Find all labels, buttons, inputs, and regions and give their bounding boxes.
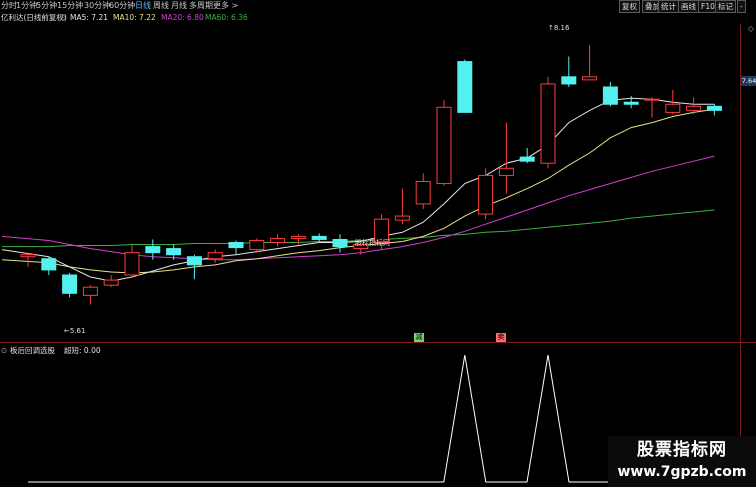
- candle-body: [686, 105, 702, 111]
- watermark: 股票指标网 www.7gpzb.com: [608, 436, 756, 487]
- candle: [415, 173, 431, 209]
- candle-body: [228, 241, 244, 249]
- ma10-value: MA10: 7.22: [113, 13, 156, 22]
- candle-body: [145, 246, 161, 254]
- candle: [644, 97, 660, 118]
- candle: [124, 244, 140, 278]
- candle-body: [706, 105, 722, 111]
- candle-body: [290, 235, 306, 239]
- candle: [602, 81, 618, 107]
- candle-body: [644, 98, 660, 101]
- candle-body: [394, 215, 410, 221]
- candle: [561, 56, 577, 87]
- tab-timeframe-7[interactable]: 周线: [153, 0, 169, 12]
- watermark-url: www.7gpzb.com: [617, 464, 747, 480]
- candle-body: [103, 279, 119, 286]
- stock-label: 亿利达(日线前复权): [1, 13, 67, 22]
- candle: [332, 234, 348, 253]
- candle-body: [186, 256, 202, 266]
- candle: [457, 59, 473, 113]
- chart-note-label: 股标指标网: [355, 239, 390, 247]
- restore-button[interactable]: 复权: [619, 0, 640, 13]
- tab-timeframe-2[interactable]: 5分钟: [36, 0, 57, 12]
- candle-body: [332, 238, 348, 248]
- candle-body: [415, 181, 431, 205]
- diamond-icon[interactable]: ◇: [748, 24, 754, 33]
- candle: [436, 100, 452, 186]
- candle-body: [498, 167, 514, 176]
- tab-timeframe-1[interactable]: 1分钟: [16, 0, 37, 12]
- minus-button[interactable]: -: [737, 0, 746, 13]
- panel-divider[interactable]: [0, 342, 756, 343]
- candle: [582, 45, 598, 81]
- tab-timeframe-9[interactable]: 多周期: [189, 0, 213, 12]
- tab-timeframe-3[interactable]: 15分钟: [57, 0, 83, 12]
- candle: [82, 285, 98, 305]
- candle-body: [519, 156, 535, 162]
- last-price-tag: 7.64: [741, 76, 756, 86]
- candle: [394, 188, 410, 225]
- candle-body: [41, 258, 57, 271]
- tab-timeframe-6[interactable]: 日线: [135, 0, 151, 12]
- ma60-value: MA60: 6.36: [205, 13, 248, 22]
- candle: [270, 234, 286, 247]
- candle: [540, 76, 556, 169]
- candle-body: [166, 248, 182, 256]
- candle-body: [457, 61, 473, 113]
- candle-body: [311, 235, 327, 240]
- candle-body: [561, 76, 577, 85]
- candle-body: [270, 237, 286, 243]
- candle-body: [124, 252, 140, 276]
- ma5-value: MA5: 7.21: [70, 13, 108, 22]
- tab-timeframe-10[interactable]: 更多 >: [213, 0, 238, 12]
- candle-body: [582, 76, 598, 81]
- candle: [207, 249, 223, 263]
- candle-body: [436, 106, 452, 185]
- candle: [20, 252, 36, 267]
- candle-body: [665, 103, 681, 113]
- stock-chart-window: 分时 1分钟 5分钟 15分钟 30分钟 60分钟 日线 周线 月线 多周期 更多 > 复权 叠加 …: [0, 0, 756, 487]
- candle-body: [623, 101, 639, 105]
- candle-body: [249, 239, 265, 251]
- candle: [228, 240, 244, 255]
- candle: [519, 147, 535, 164]
- candle: [41, 256, 57, 276]
- low-price-label: ←5.61: [64, 327, 86, 335]
- candlestick-panel[interactable]: [0, 24, 740, 342]
- candle-body: [207, 252, 223, 260]
- tab-timeframe-4[interactable]: 30分钟: [84, 0, 110, 12]
- ma20-value: MA20: 6.80: [161, 13, 204, 22]
- stats-button[interactable]: 统计: [658, 0, 679, 13]
- candle: [103, 275, 119, 288]
- ma-legend: 亿利达(日线前复权) ⊙ MA5: 7.21 MA10: 7.22 MA20: …: [0, 12, 500, 24]
- right-price-axis: 7.64: [740, 24, 756, 487]
- candle-body: [20, 254, 36, 258]
- candle: [62, 272, 78, 298]
- candle: [706, 104, 722, 116]
- buy-signal-marker: 减: [414, 333, 424, 342]
- tab-timeframe-8[interactable]: 月线: [171, 0, 187, 12]
- tab-timeframe-5[interactable]: 60分钟: [109, 0, 135, 12]
- watermark-title: 股票指标网: [637, 440, 727, 460]
- sell-signal-marker: 卖: [496, 333, 506, 342]
- candle-body: [540, 83, 556, 164]
- candle: [478, 168, 494, 220]
- candle-body: [82, 286, 98, 296]
- candle-body: [62, 274, 78, 294]
- tab-timeframe-0[interactable]: 分时: [1, 0, 17, 12]
- mark-button[interactable]: 标记: [715, 0, 736, 13]
- high-price-label: ↑8.16: [548, 24, 570, 32]
- draw-button[interactable]: 画线: [678, 0, 699, 13]
- ma5-line: [1, 97, 715, 282]
- candle-body: [478, 174, 494, 215]
- candle-body: [602, 86, 618, 105]
- settings-icon[interactable]: ⊙: [60, 12, 66, 24]
- candle: [498, 122, 514, 194]
